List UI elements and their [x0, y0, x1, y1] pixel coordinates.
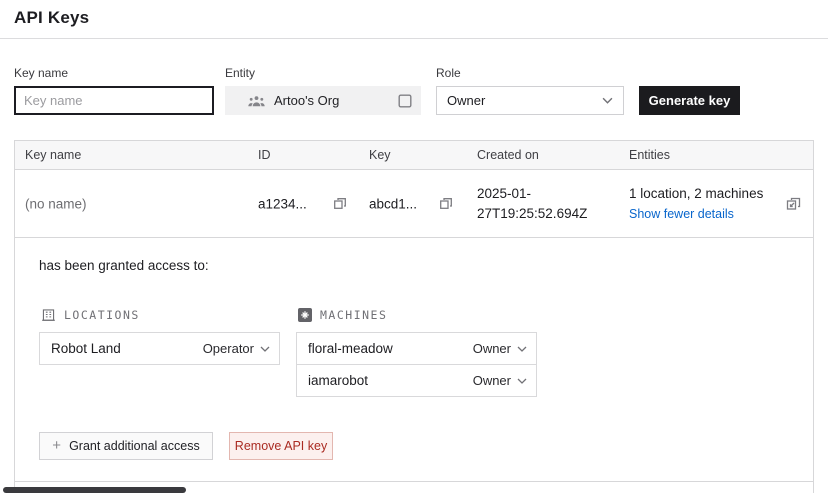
row-key-name: (no name) [25, 196, 87, 211]
plus-icon: + [52, 438, 61, 453]
role-value: Owner [447, 93, 602, 108]
role-label: Role [436, 66, 461, 80]
table-row: (no name) a1234... abcd1... 2025-01-27T1… [15, 170, 813, 238]
machine-access-row: floral-meadow Owner [296, 332, 537, 365]
location-role-value: Operator [203, 341, 254, 356]
locations-label: LOCATIONS [64, 308, 140, 322]
machine-name: iamarobot [308, 373, 473, 388]
page-title: API Keys [14, 8, 89, 28]
machine-name: floral-meadow [308, 341, 473, 356]
building-icon [41, 308, 56, 322]
row-id: a1234... [258, 196, 307, 211]
chevron-down-icon [517, 378, 527, 384]
chevron-down-icon [260, 346, 270, 352]
col-header-key: Key [369, 148, 391, 162]
row-entities-cell: 1 location, 2 machines Show fewer detail… [629, 184, 771, 224]
access-intro-text: has been granted access to: [39, 258, 209, 273]
machine-role-select[interactable]: Owner [473, 373, 527, 388]
show-fewer-details-link[interactable]: Show fewer details [629, 204, 734, 224]
key-name-label: Key name [14, 66, 68, 80]
grant-button-label: Grant additional access [69, 439, 200, 453]
location-access-row: Robot Land Operator [39, 332, 280, 365]
api-keys-table: Key name ID Key Created on Entities (no … [14, 140, 814, 493]
row-entities-summary: 1 location, 2 machines [629, 184, 771, 204]
machine-role-select[interactable]: Owner [473, 341, 527, 356]
table-header-row: Key name ID Key Created on Entities [15, 141, 813, 170]
entity-label: Entity [225, 66, 255, 80]
machine-icon [298, 308, 312, 322]
row-key: abcd1... [369, 196, 417, 211]
header-divider [0, 38, 828, 39]
role-select[interactable]: Owner [436, 86, 624, 115]
col-header-id: ID [258, 148, 271, 162]
grant-additional-access-button[interactable]: + Grant additional access [39, 432, 213, 460]
chevron-down-icon [517, 346, 527, 352]
organization-people-icon [247, 94, 266, 108]
machines-label: MACHINES [320, 308, 387, 322]
location-name: Robot Land [51, 341, 203, 356]
col-header-key-name: Key name [25, 148, 81, 162]
machines-heading: MACHINES [298, 308, 387, 322]
generate-key-button[interactable]: Generate key [639, 86, 740, 115]
location-role-select[interactable]: Operator [203, 341, 270, 356]
machine-access-row: iamarobot Owner [296, 364, 537, 397]
row-created-on: 2025-01-27T19:25:52.694Z [477, 184, 605, 224]
col-header-entities: Entities [629, 148, 670, 162]
remove-api-key-button[interactable]: Remove API key [229, 432, 333, 460]
entity-value: Artoo's Org [274, 93, 398, 108]
locations-heading: LOCATIONS [41, 308, 140, 322]
col-header-created: Created on [477, 148, 539, 162]
api-keys-page: API Keys Key name Entity Role Artoo's Or… [0, 0, 828, 493]
entity-picker[interactable]: Artoo's Org [225, 86, 421, 115]
machine-role-value: Owner [473, 373, 511, 388]
chevron-down-icon [602, 97, 613, 104]
key-name-input[interactable] [14, 86, 214, 115]
duplicate-key-icon[interactable] [785, 195, 802, 212]
copy-id-icon[interactable] [332, 196, 348, 212]
key-details-panel: has been granted access to: LOCATIONS Ro… [15, 238, 813, 482]
machine-role-value: Owner [473, 341, 511, 356]
select-organization-icon [398, 94, 412, 108]
horizontal-scrollbar-thumb[interactable] [3, 487, 186, 493]
copy-key-icon[interactable] [438, 196, 454, 212]
